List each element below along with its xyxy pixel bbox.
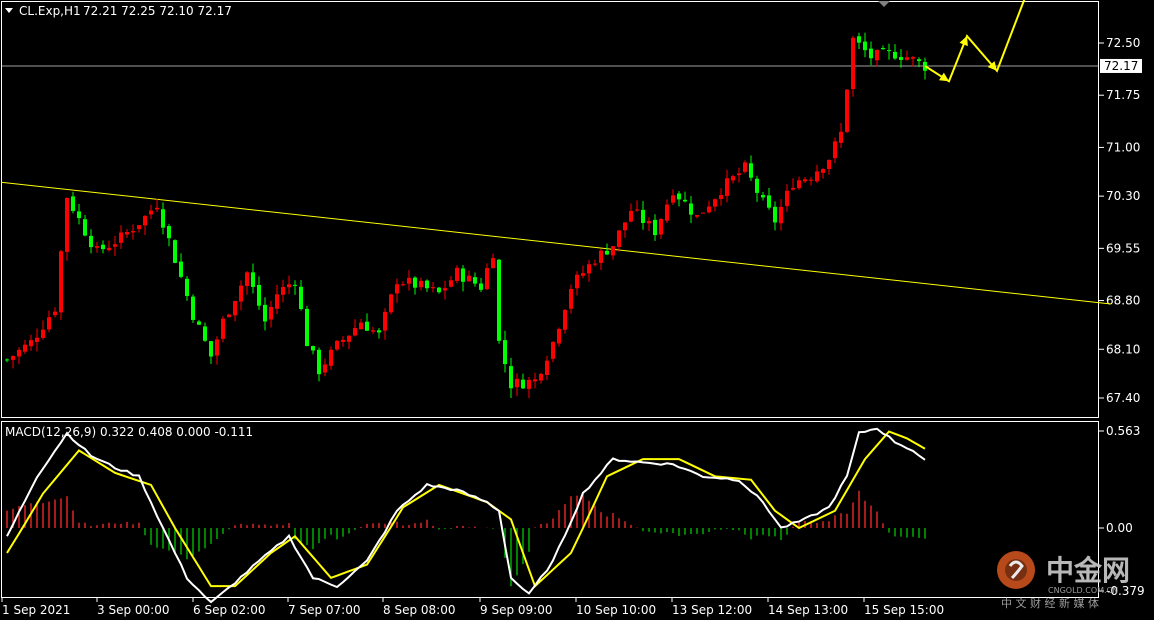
price-tick-label: 71.75 — [1106, 88, 1140, 102]
candle — [305, 305, 309, 347]
macd-tick-label: 0.00 — [1106, 521, 1133, 535]
candle — [191, 294, 195, 323]
time-tick-label: 13 Sep 12:00 — [672, 603, 752, 617]
candle — [497, 258, 501, 344]
time-tick-label: 8 Sep 08:00 — [383, 603, 455, 617]
candle — [59, 249, 63, 320]
watermark-domain: CNGOLD.COM.CN — [1048, 586, 1118, 595]
candle — [845, 89, 849, 134]
watermark-cn-name: 中金网 — [1046, 554, 1130, 587]
price-tick-label: 68.10 — [1106, 342, 1140, 356]
macd-label: MACD(12,26,9) 0.322 0.408 0.000 -0.111 — [5, 425, 253, 439]
time-tick-label: 14 Sep 13:00 — [768, 603, 848, 617]
candle — [851, 35, 855, 97]
time-tick-label: 15 Sep 15:00 — [864, 603, 944, 617]
price-tick-label: 67.40 — [1106, 391, 1140, 405]
time-tick-label: 9 Sep 09:00 — [480, 603, 552, 617]
candle — [455, 265, 459, 284]
price-tick-label: 69.55 — [1106, 241, 1140, 255]
candle — [701, 212, 705, 214]
price-tick-label: 72.50 — [1106, 36, 1140, 50]
chart-canvas: 72.50 71.75 71.00 70.30 69.55 68.80 68.10 67.40… — [0, 0, 1154, 620]
price-tick-label: 68.80 — [1106, 294, 1140, 308]
time-tick-label: 7 Sep 07:00 — [288, 603, 360, 617]
ohlc-values: 72.21 72.25 72.10 72.17 — [83, 4, 232, 18]
price-tick-label: 71.00 — [1106, 140, 1140, 154]
price-tick-label: 70.30 — [1106, 189, 1140, 203]
macd-tick-label: 0.563 — [1106, 424, 1140, 438]
time-tick-label: 3 Sep 00:00 — [97, 603, 169, 617]
time-tick-label: 10 Sep 10:00 — [576, 603, 656, 617]
watermark-slogan: 中 文 财 经 新 媒 体 — [1001, 596, 1099, 610]
time-tick-label: 6 Sep 02:00 — [193, 603, 265, 617]
candle — [389, 293, 393, 315]
current-price-label: 72.17 — [1104, 59, 1138, 73]
candle — [335, 340, 339, 352]
time-tick-label: 1 Sep 2021 — [2, 603, 70, 617]
symbol-label: CL.Exp,H1 — [19, 4, 81, 18]
candle — [221, 316, 225, 343]
candle — [173, 239, 177, 264]
candle — [65, 197, 69, 261]
